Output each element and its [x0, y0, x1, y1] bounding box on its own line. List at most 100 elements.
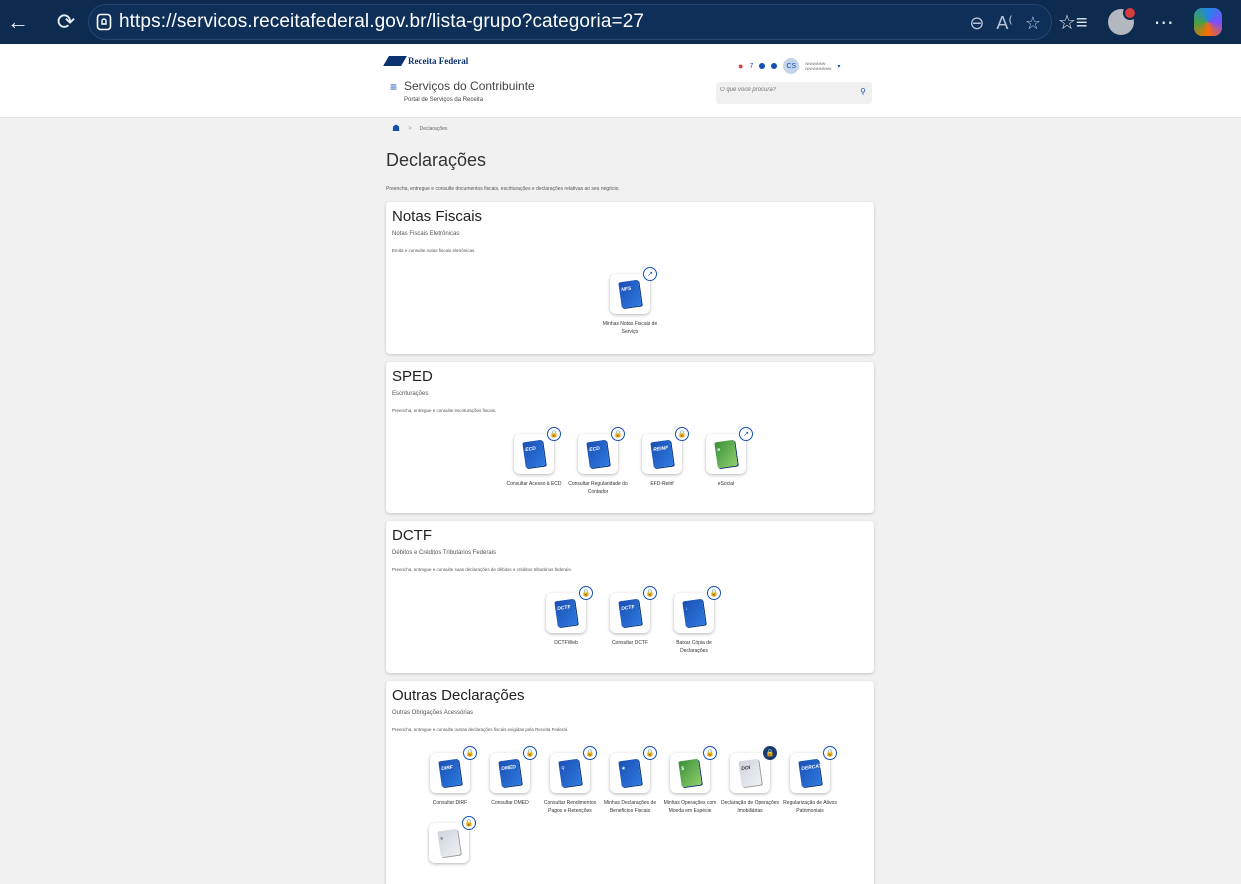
tile-consultar-dmed[interactable]: DMED 🔒 Consultar DMED [488, 746, 537, 815]
tile-regularizacao-ativos[interactable]: DERCAT 🔒 Regularização de Ativos Patrimo… [783, 746, 837, 815]
card-subtitle: Notas Fiscais Eletrônicas [392, 231, 460, 237]
card-sped: SPED Escriturações Preencha, entregue e … [386, 362, 874, 513]
tile-consultar-acesso-ecd[interactable]: ECD 🔒 Consultar Acesso à ECD [506, 427, 562, 496]
tile-label: Consultar DCTF [611, 640, 649, 646]
favorite-star-icon[interactable]: ☆ [1025, 13, 1041, 34]
card-description: Emita e consulte notas fiscais eletrônic… [392, 248, 476, 253]
contrast-icon[interactable] [771, 63, 778, 69]
tile-label: Minhas Operações com Moeda em Espécie [663, 800, 717, 814]
rendimentos-search-icon: ⚲ 🔒 [550, 746, 597, 793]
tile-consultar-dirf[interactable]: DIRF 🔒 Consultar DIRF [428, 746, 477, 815]
card-title: DCTF [392, 527, 432, 544]
tile-efd-reinf[interactable]: REINF 🔒 EFD-Reinf [640, 427, 689, 496]
lock-icon: 🔒 [643, 746, 657, 760]
tile-consultar-regularidade-contador[interactable]: ECD 🔒 Consultar Regularidade do Contador [568, 427, 628, 496]
more-icon[interactable]: ⋯ [1154, 10, 1174, 35]
lock-icon: 🔒 [547, 427, 561, 441]
accessibility-icon[interactable] [759, 63, 766, 69]
tile-consultar-dctf[interactable]: DCTF 🔒 Consultar DCTF [608, 586, 657, 655]
zoom-out-icon[interactable]: ⊖ [969, 13, 984, 34]
page-description: Preencha, entregue e consulte documentos… [386, 186, 620, 192]
search-box: ⚲ [716, 82, 872, 104]
browser-toolbar: ← ⟳ https://servicos.receitafederal.gov.… [0, 0, 1241, 44]
site-title: Serviços do Contribuinte [404, 79, 535, 93]
download-document-icon: ↓ 🔒 [674, 586, 721, 633]
address-bar[interactable]: https://servicos.receitafederal.gov.br/l… [88, 4, 1052, 40]
lock-icon: 🔒 [463, 746, 477, 760]
tile-label: eSocial [717, 481, 735, 487]
lock-icon: 🔒 [675, 427, 689, 441]
tile-declaracao-operacoes-imobiliarias[interactable]: DOI 🔒 Declaração de Operações Imobiliári… [721, 746, 779, 815]
tile-minhas-declaracoes-beneficios[interactable]: ★ 🔒 Minhas Declarações de Benefícios Fis… [604, 746, 657, 815]
ecd-document-icon: ECD 🔒 [514, 427, 561, 474]
tile-label: Declaração de Operações Imobiliárias [720, 800, 780, 814]
menu-icon[interactable]: ≡ [390, 80, 397, 94]
card-subtitle: Outras Obrigações Acessórias [392, 710, 474, 716]
home-icon[interactable]: ☗ [392, 123, 400, 134]
card-description: Preencha, entregue e consulte escrituraç… [392, 408, 497, 413]
dctf-search-icon: DCTF 🔒 [610, 586, 657, 633]
refresh-icon[interactable]: ⟳ [48, 4, 84, 40]
card-dctf: DCTF Débitos e Créditos Tributários Fede… [386, 521, 874, 673]
card-title: Notas Fiscais [392, 208, 483, 225]
page-title: Declarações [386, 150, 487, 170]
ativos-document-icon: DERCAT 🔒 [790, 746, 837, 793]
user-name[interactable]: NNNNNNN NNNNNNNNN [805, 61, 831, 71]
card-description: Preencha, entregue e consulte outras dec… [392, 727, 569, 732]
esocial-icon: e ↗ [706, 427, 753, 474]
back-icon[interactable]: ← [0, 4, 36, 40]
lock-icon: 🔒 [703, 746, 717, 760]
logo-text: Receita Federal [408, 56, 469, 66]
tile-consultar-rendimentos[interactable]: ⚲ 🔒 Consultar Rendimentos Pagos e Retenç… [544, 746, 597, 815]
logo-mark-icon [383, 56, 407, 66]
card-title: Outras Declarações [392, 687, 525, 704]
external-link-icon: ↗ [643, 267, 657, 281]
dctf-document-icon: DCTF 🔒 [546, 586, 593, 633]
profile-avatar[interactable] [1107, 6, 1137, 35]
receita-logo[interactable]: Receita Federal [383, 56, 469, 66]
site-header: Receita Federal ≡ Serviços do Contribuin… [0, 44, 1241, 118]
card-outras-declaracoes: Outras Declarações Outras Obrigações Ace… [386, 681, 874, 884]
site-subtitle: Portal de Serviços da Receita [404, 97, 484, 103]
search-input[interactable] [720, 87, 850, 93]
url-text[interactable]: https://servicos.receitafederal.gov.br/l… [119, 11, 644, 33]
tile-gray-document[interactable]: ≡ 🔒 [427, 816, 476, 869]
card-title: SPED [392, 368, 433, 385]
tile-baixar-copia-declaracoes[interactable]: ↓ 🔒 Baixar Cópia de Declarações [672, 586, 721, 655]
breadcrumb-current: Declarações [419, 125, 448, 132]
tile-minhas-notas-fiscais[interactable]: NFS ↗ Minhas Notas Fiscais de Serviço [603, 267, 657, 336]
user-avatar[interactable]: CS [783, 58, 800, 74]
beneficios-star-icon: ★ 🔒 [610, 746, 657, 793]
lock-icon: 🔒 [643, 586, 657, 600]
tile-esocial[interactable]: e ↗ eSocial [704, 427, 753, 496]
tile-label: EFD-Reinf [650, 481, 674, 487]
notification-bell-icon[interactable]: ● [738, 61, 743, 71]
chevron-down-icon[interactable]: ▾ [837, 63, 840, 70]
tile-minhas-operacoes-moeda[interactable]: $ 🔒 Minhas Operações com Moeda em Espéci… [664, 746, 717, 815]
tile-label: Minhas Notas Fiscais de Serviço [602, 321, 658, 335]
site-info-icon[interactable] [89, 7, 119, 37]
reinf-document-icon: REINF 🔒 [642, 427, 689, 474]
tile-dctfweb[interactable]: DCTF 🔒 DCTFWeb [544, 586, 593, 655]
favorites-icon[interactable]: ☆≡ [1058, 10, 1088, 35]
read-aloud-icon[interactable]: A⁽ [996, 13, 1012, 34]
card-subtitle: Débitos e Créditos Tributários Federais [392, 550, 497, 556]
lock-icon: 🔒 [523, 746, 537, 760]
doi-document-icon: DOI 🔒 [730, 746, 777, 793]
search-icon[interactable]: ⚲ [860, 87, 866, 96]
tile-label: Minhas Declarações de Benefícios Fiscais [603, 800, 657, 814]
external-link-icon: ↗ [739, 427, 753, 441]
tile-label: Consultar Acesso à ECD [506, 481, 562, 487]
lock-icon: 🔒 [611, 427, 625, 441]
card-description: Preencha, entregue e consulte suas decla… [392, 567, 572, 572]
tile-label: Regularização de Ativos Patrimoniais [783, 800, 837, 814]
card-notas-fiscais: Notas Fiscais Notas Fiscais Eletrônicas … [386, 202, 874, 354]
tile-label: Consultar Regularidade do Contador [568, 481, 628, 495]
lock-icon: 🔒 [462, 816, 476, 830]
breadcrumb: ☗ > Declarações [392, 123, 447, 134]
gray-document-icon: ≡ 🔒 [429, 816, 476, 863]
tile-label: DCTFWeb [554, 640, 578, 646]
tile-label: Consultar DIRF [432, 800, 468, 806]
chevron-right-icon: > [408, 125, 412, 132]
copilot-icon[interactable] [1193, 8, 1222, 36]
